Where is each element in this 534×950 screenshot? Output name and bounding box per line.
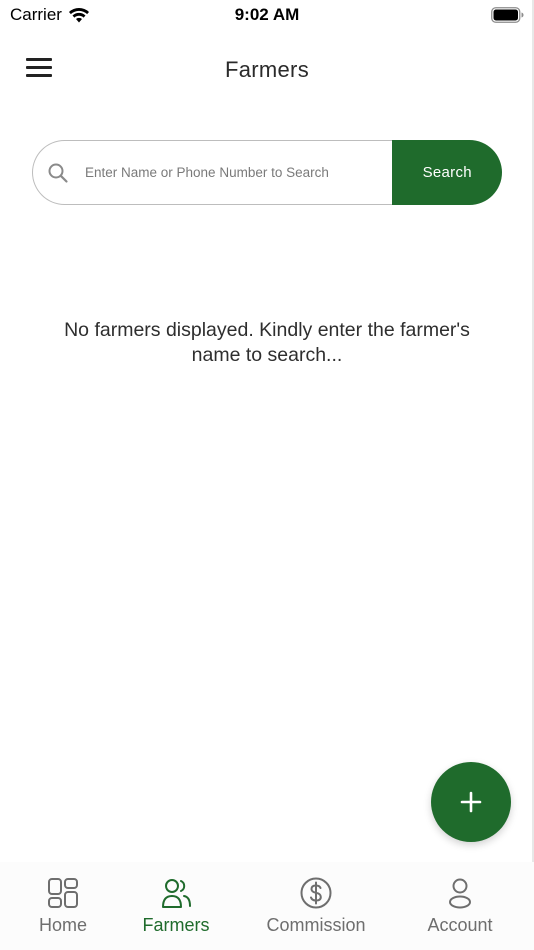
search-icon xyxy=(48,163,68,183)
grid-icon xyxy=(48,878,78,908)
add-farmer-button[interactable] xyxy=(431,762,511,842)
status-time: 9:02 AM xyxy=(234,5,300,24)
search-field-container[interactable] xyxy=(32,140,393,205)
nav-label-commission: Commission xyxy=(266,915,366,935)
battery-icon xyxy=(491,7,524,23)
search-input[interactable] xyxy=(85,165,375,180)
nav-item-farmers[interactable]: Farmers xyxy=(133,876,219,944)
page-title: Farmers xyxy=(225,57,309,82)
empty-state-message: No farmers displayed. Kindly enter the f… xyxy=(64,319,470,366)
user-icon xyxy=(449,878,471,909)
search-button[interactable]: Search xyxy=(392,140,502,205)
status-bar: Carrier 9:02 AM xyxy=(0,0,534,30)
nav-item-commission[interactable]: Commission xyxy=(256,876,376,944)
users-icon xyxy=(162,879,191,908)
nav-label-account: Account xyxy=(427,915,493,935)
nav-item-home[interactable]: Home xyxy=(27,876,99,944)
search-bar: Search xyxy=(32,140,502,205)
dollar-circle-icon xyxy=(300,877,332,909)
plus-icon xyxy=(460,791,482,813)
nav-label-farmers: Farmers xyxy=(142,915,210,935)
app-header: Farmers xyxy=(0,40,534,100)
nav-label-home: Home xyxy=(38,915,87,935)
nav-item-account[interactable]: Account xyxy=(418,876,502,944)
bottom-navigation: Home Farmers Commission Account xyxy=(0,862,534,950)
